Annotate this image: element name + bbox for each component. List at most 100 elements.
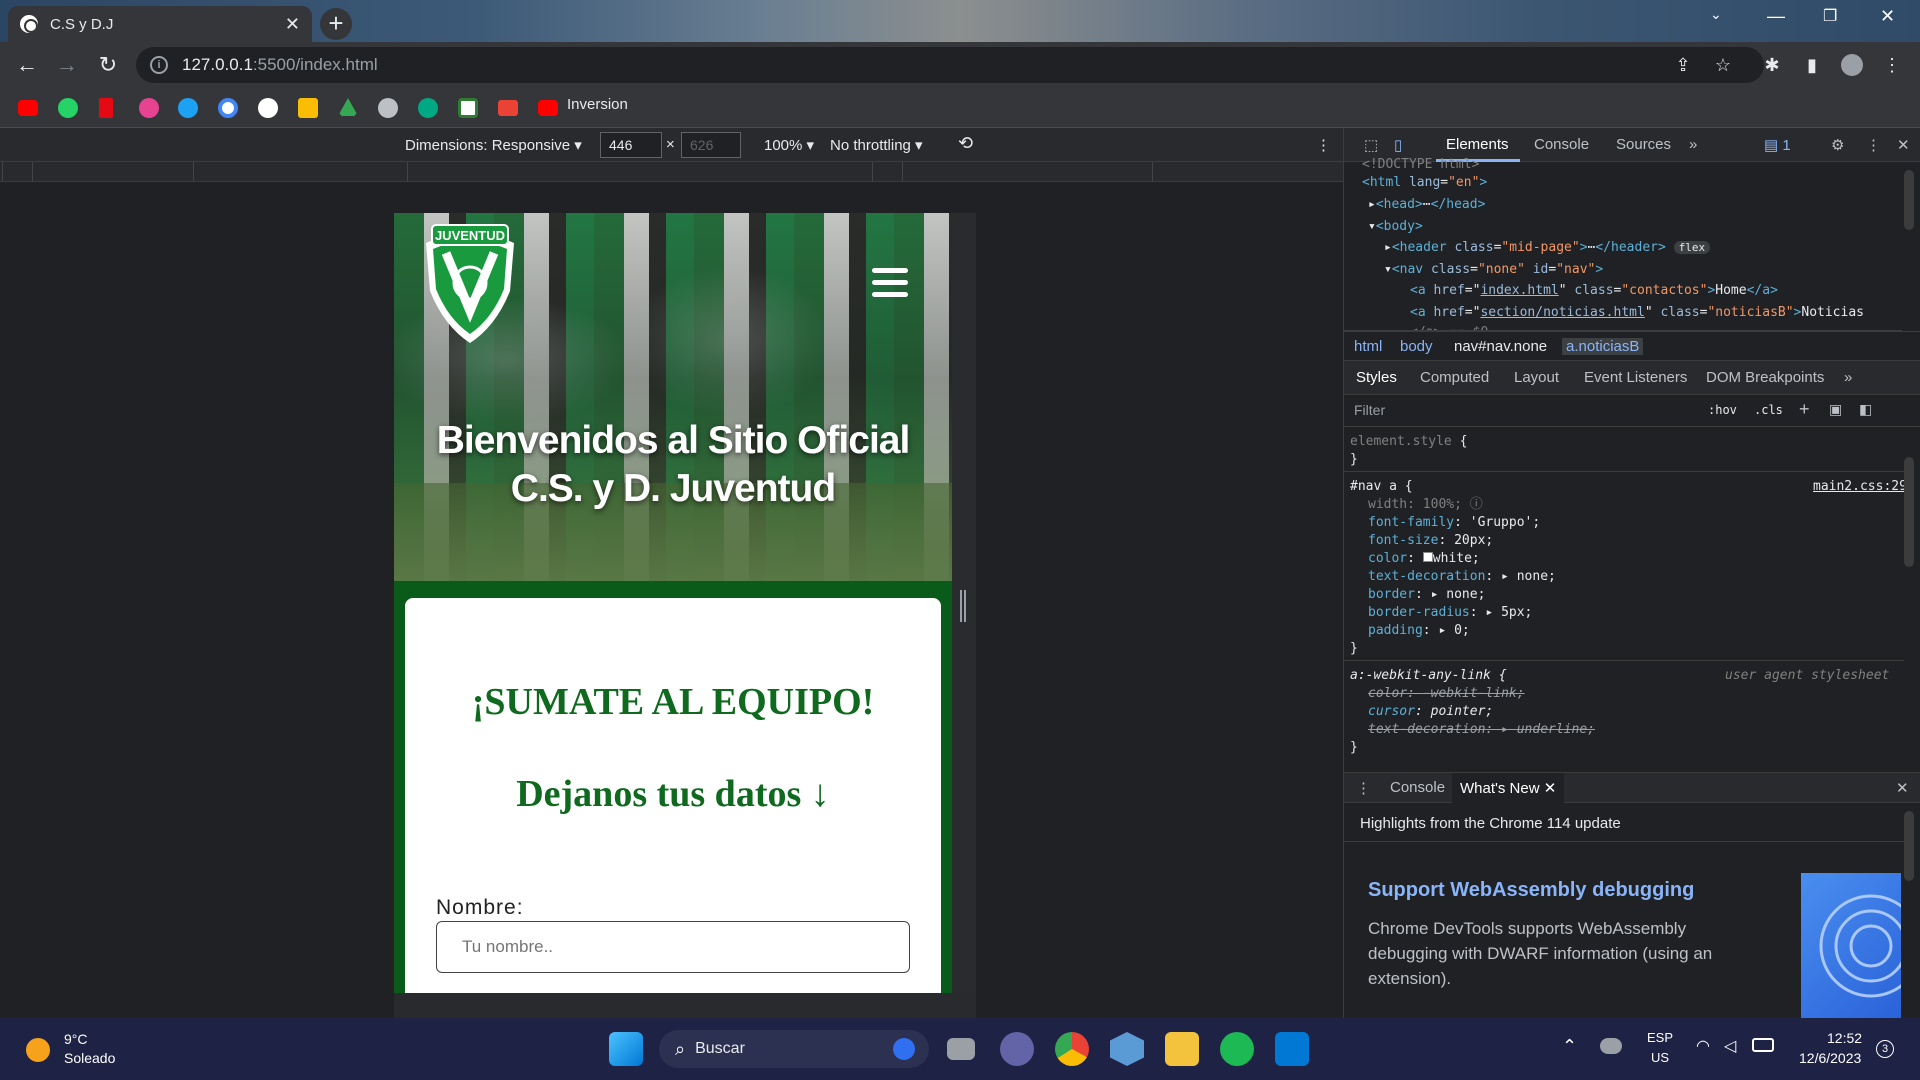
chrome-taskbar-icon[interactable] <box>1055 1032 1089 1066</box>
height-input[interactable]: 626 <box>681 132 741 158</box>
netflix-bookmark-icon[interactable] <box>99 98 113 118</box>
bookmark-pink-icon[interactable] <box>139 98 159 118</box>
flex-badge[interactable]: flex <box>1673 241 1711 254</box>
chat-bookmark-icon[interactable] <box>418 98 438 118</box>
google-drive-bookmark-icon[interactable] <box>338 98 358 116</box>
teams-chat-icon[interactable] <box>1000 1032 1034 1066</box>
forward-icon[interactable]: → <box>52 50 82 80</box>
inversion-bookmark-icon[interactable] <box>538 100 558 116</box>
side-panel-icon[interactable]: ▮ <box>1801 54 1823 76</box>
drawer-scrollbar[interactable] <box>1904 811 1914 881</box>
dom-line[interactable]: ▾<body> <box>1368 216 1423 238</box>
breadcrumb-body[interactable]: body <box>1400 338 1433 355</box>
tab-close-icon[interactable]: ✕ <box>285 14 300 35</box>
tray-chevron-icon[interactable]: ⌃ <box>1562 1036 1577 1057</box>
dom-line[interactable]: <html lang="en"> <box>1362 172 1487 194</box>
color-swatch-icon[interactable] <box>1422 552 1433 562</box>
app-cube-icon[interactable] <box>1110 1032 1144 1066</box>
css-prop[interactable]: text-decoration: ▸ none; <box>1368 568 1556 586</box>
start-button-icon[interactable] <box>609 1032 643 1066</box>
twitter-bookmark-icon[interactable] <box>178 98 198 118</box>
dom-scrollbar[interactable] <box>1904 170 1914 230</box>
new-tab-button[interactable]: + <box>320 8 352 40</box>
google-photos-bookmark-icon[interactable] <box>298 98 318 118</box>
tab-event-listeners[interactable]: Event Listeners <box>1584 369 1687 386</box>
breadcrumb-a[interactable]: a.noticiasB <box>1562 338 1644 355</box>
css-source-link[interactable]: main2.css:29 <box>1813 478 1907 496</box>
onedrive-icon[interactable] <box>1600 1038 1622 1054</box>
google-bookmark-icon[interactable] <box>218 98 238 118</box>
taskbar-search[interactable]: ⌕ Buscar <box>659 1030 929 1068</box>
throttling-dropdown[interactable]: No throttling ▾ <box>830 136 923 154</box>
dom-line[interactable]: <a href="section/noticias.html" class="n… <box>1410 302 1864 324</box>
css-prop[interactable]: width: 100%; ⓘ <box>1368 496 1483 514</box>
drawer-menu-icon[interactable]: ⋮ <box>1356 779 1371 797</box>
width-input[interactable]: 446 <box>600 132 662 158</box>
device-toggle-icon[interactable]: ▯ <box>1394 136 1402 154</box>
hamburger-menu-icon[interactable] <box>872 268 908 298</box>
viewport-resize-handle[interactable] <box>960 590 966 622</box>
back-icon[interactable]: ← <box>12 50 42 80</box>
clock-date[interactable]: 12/6/2023 <box>1799 1050 1861 1066</box>
github-bookmark-icon[interactable] <box>258 98 278 118</box>
styles-filter-input[interactable]: Filter <box>1354 402 1385 418</box>
tab-dom-breakpoints[interactable]: DOM Breakpoints <box>1706 369 1824 386</box>
dom-line[interactable]: ▸<head>⋯</head> <box>1368 194 1485 216</box>
bookmark-inversion-label[interactable]: Inversion <box>567 96 628 113</box>
more-tabs-icon[interactable]: » <box>1689 136 1697 153</box>
restore-icon[interactable]: ❐ <box>1823 6 1837 26</box>
tab-layout[interactable]: Layout <box>1514 369 1559 386</box>
hov-toggle[interactable]: :hov <box>1708 403 1737 417</box>
zoom-dropdown[interactable]: 100% ▾ <box>764 136 814 154</box>
chrome-menu-icon[interactable]: ⋮ <box>1881 54 1903 76</box>
language-secondary[interactable]: US <box>1651 1050 1669 1065</box>
tab-search-icon[interactable]: ⌄ <box>1710 6 1722 23</box>
battery-icon[interactable] <box>1752 1038 1774 1052</box>
window-close-icon[interactable]: ✕ <box>1880 6 1895 27</box>
profile-avatar[interactable] <box>1841 54 1863 76</box>
dom-line[interactable]: <a href="index.html" class="contactos">H… <box>1410 280 1778 302</box>
tab-computed[interactable]: Computed <box>1420 369 1489 386</box>
spotify-icon[interactable] <box>1220 1032 1254 1066</box>
dom-line[interactable]: </a> == $0 <box>1410 322 1488 330</box>
weather-label[interactable]: Soleado <box>64 1050 115 1066</box>
css-prop[interactable]: padding: ▸ 0; <box>1368 622 1470 640</box>
breadcrumb-nav[interactable]: nav#nav.none <box>1454 338 1547 355</box>
css-prop[interactable]: border-radius: ▸ 5px; <box>1368 604 1532 622</box>
notification-badge[interactable]: 3 <box>1876 1040 1894 1058</box>
breadcrumb-html[interactable]: html <box>1354 338 1382 355</box>
settings-gear-icon[interactable]: ⚙ <box>1831 136 1844 154</box>
share-icon[interactable]: ⇪ <box>1672 54 1694 76</box>
dimensions-dropdown[interactable]: Dimensions: Responsive ▾ <box>405 136 582 154</box>
browser-tab[interactable]: C.S y D.J ✕ <box>8 6 312 42</box>
whatsapp-bookmark-icon[interactable] <box>58 98 78 118</box>
bing-icon[interactable] <box>893 1038 915 1060</box>
css-selector[interactable]: #nav a { <box>1350 478 1413 496</box>
bookmark-star-icon[interactable]: ☆ <box>1712 54 1734 76</box>
drawer-close-icon[interactable]: ✕ <box>1896 779 1909 797</box>
device-more-icon[interactable]: ⋮ <box>1316 136 1331 154</box>
tab-elements[interactable]: Elements <box>1446 136 1509 153</box>
sidebar-toggle-icon[interactable]: ◧ <box>1859 401 1872 418</box>
volume-icon[interactable]: ◁ <box>1724 1036 1736 1056</box>
name-input[interactable] <box>436 921 910 973</box>
wifi-icon[interactable]: ◠ <box>1696 1036 1710 1056</box>
site-info-icon[interactable]: i <box>150 56 168 74</box>
css-prop[interactable]: font-family: 'Gruppo'; <box>1368 514 1540 532</box>
styles-scrollbar[interactable] <box>1904 457 1914 567</box>
paint-icon[interactable]: ▣ <box>1829 401 1842 418</box>
css-prop[interactable]: color: white; <box>1368 550 1480 568</box>
youtube-bookmark-icon[interactable] <box>18 100 38 116</box>
file-explorer-icon[interactable] <box>1165 1032 1199 1066</box>
drawer-tab-whats-new[interactable]: What's New ✕ <box>1452 773 1565 803</box>
tab-console[interactable]: Console <box>1534 136 1589 153</box>
globe-bookmark-icon[interactable] <box>378 98 398 118</box>
css-prop[interactable]: font-size: 20px; <box>1368 532 1493 550</box>
more-style-tabs-icon[interactable]: » <box>1844 369 1852 386</box>
issues-badge[interactable]: ▤ 1 <box>1764 136 1791 154</box>
css-prop[interactable]: border: ▸ none; <box>1368 586 1485 604</box>
football-bookmark-icon[interactable] <box>458 98 478 118</box>
minimize-icon[interactable]: — <box>1767 6 1785 27</box>
dom-line[interactable]: ▾<nav class="none" id="nav"> <box>1384 259 1603 281</box>
whats-new-title[interactable]: Support WebAssembly debugging <box>1368 879 1694 902</box>
